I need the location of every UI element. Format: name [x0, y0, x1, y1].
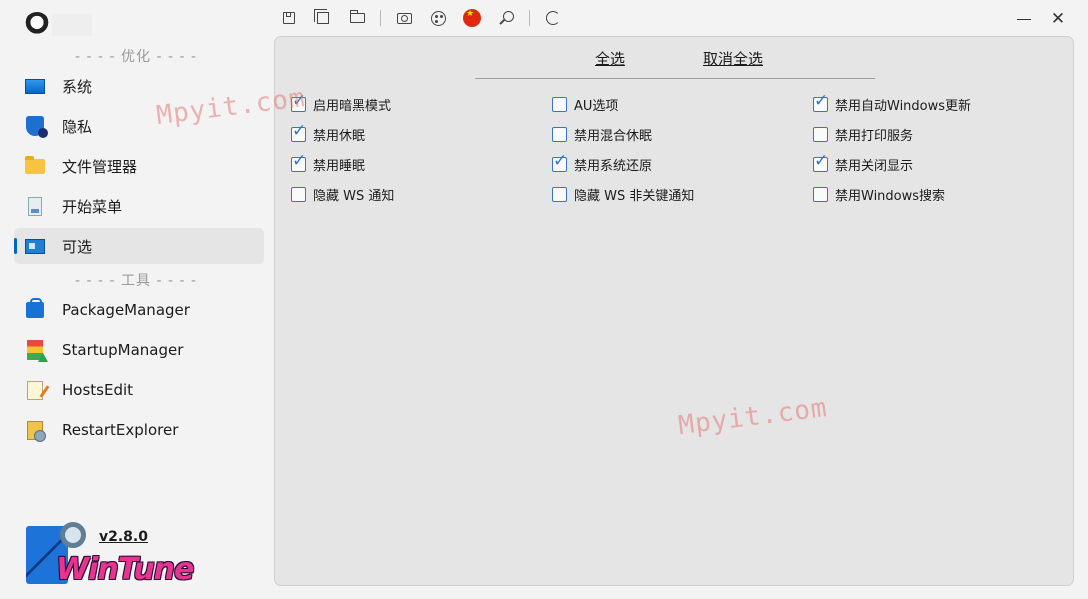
option-label: 禁用休眠	[313, 128, 366, 144]
option-item[interactable]: 禁用关闭显示	[813, 151, 914, 174]
sidebar-item-label: 隐私	[62, 117, 93, 136]
option-item[interactable]: 禁用打印服务	[813, 124, 913, 144]
start-menu-icon	[24, 195, 46, 217]
option-label: 隐藏 WS 非关键通知	[574, 188, 695, 204]
sidebar-item-hosts-edit[interactable]: HostsEdit	[14, 372, 264, 408]
folder-open-icon	[349, 10, 365, 23]
option-checkbox[interactable]	[291, 151, 306, 172]
option-item[interactable]: 禁用休眠	[291, 121, 366, 144]
sidebar-item-label: 系统	[62, 77, 93, 96]
option-item[interactable]: 隐藏 WS 通知	[291, 184, 394, 204]
option-item[interactable]: 禁用自动Windows更新	[813, 91, 972, 114]
refresh-icon	[546, 11, 560, 25]
option-checkbox[interactable]	[552, 96, 567, 112]
option-label: AU选项	[574, 98, 619, 114]
option-item[interactable]: 禁用系统还原	[552, 151, 653, 174]
option-label: 禁用Windows搜索	[835, 188, 946, 204]
china-flag-icon	[463, 9, 481, 27]
save-icon	[283, 12, 295, 24]
screenshot-button[interactable]	[393, 7, 415, 29]
deselect-all-button[interactable]: 取消全选	[703, 48, 763, 69]
option-label: 禁用关闭显示	[835, 158, 914, 174]
sidebar-item-label: 开始菜单	[62, 197, 123, 216]
option-checkbox[interactable]	[813, 186, 828, 202]
toolbar-separator	[529, 10, 530, 26]
option-checkbox[interactable]	[552, 151, 567, 172]
sidebar: - - - - 优化 - - - - 系统 隐私 文件管理器 开始菜单 可选 -…	[0, 0, 272, 599]
sidebar-item-label: 可选	[62, 237, 93, 256]
sidebar-item-label: PackageManager	[62, 301, 190, 319]
option-label: 启用暗黑模式	[313, 98, 392, 114]
option-checkbox[interactable]	[552, 126, 567, 142]
close-button[interactable]: ✕	[1047, 8, 1069, 30]
sidebar-item-startup-manager[interactable]: StartupManager	[14, 332, 264, 368]
folder-icon	[24, 155, 46, 177]
sidebar-item-start-menu[interactable]: 开始菜单	[14, 188, 264, 224]
refresh-button[interactable]	[542, 7, 564, 29]
save-all-icon	[314, 9, 329, 24]
header-divider	[475, 78, 875, 79]
restart-explorer-icon	[24, 419, 46, 442]
option-checkbox[interactable]	[291, 186, 306, 202]
close-icon: ✕	[1050, 9, 1066, 29]
app-title-placeholder	[52, 14, 92, 36]
sidebar-item-label: RestartExplorer	[62, 421, 179, 439]
section-label-optimize: - - - - 优化 - - - -	[74, 49, 197, 65]
option-checkbox[interactable]	[552, 186, 567, 202]
edit-document-icon	[24, 379, 46, 401]
option-label: 隐藏 WS 通知	[313, 188, 395, 204]
optional-features-icon	[24, 235, 46, 257]
camera-icon	[396, 12, 412, 24]
sidebar-item-file-manager[interactable]: 文件管理器	[14, 148, 264, 184]
option-checkbox[interactable]	[813, 126, 828, 142]
logo-gear-icon	[60, 522, 86, 548]
active-indicator	[14, 238, 17, 254]
option-item[interactable]: 禁用混合休眠	[552, 124, 652, 144]
save-button[interactable]	[278, 7, 300, 29]
option-label: 禁用混合休眠	[574, 128, 653, 144]
toolbar-separator	[380, 10, 381, 26]
select-all-button[interactable]: 全选	[595, 48, 625, 69]
option-item[interactable]: 禁用睡眠	[291, 151, 366, 174]
language-button[interactable]	[461, 7, 483, 29]
toolbar	[278, 6, 576, 30]
sidebar-item-optional[interactable]: 可选	[14, 228, 264, 264]
option-label: 禁用系统还原	[574, 158, 653, 174]
option-checkbox[interactable]	[813, 151, 828, 172]
app-logo-icon	[24, 12, 50, 38]
palette-icon	[430, 10, 446, 26]
sidebar-item-package-manager[interactable]: PackageManager	[14, 292, 264, 328]
startup-icon	[24, 339, 48, 362]
option-item[interactable]: AU选项	[552, 94, 618, 114]
monitor-icon	[24, 75, 46, 97]
minimize-button[interactable]	[1013, 8, 1035, 30]
shield-icon	[24, 115, 48, 138]
option-label: 禁用自动Windows更新	[835, 98, 972, 114]
app-window: - - - - 优化 - - - - 系统 隐私 文件管理器 开始菜单 可选 -…	[0, 0, 1088, 599]
package-icon	[24, 298, 46, 321]
search-icon	[502, 10, 514, 22]
option-checkbox[interactable]	[813, 91, 828, 112]
sidebar-item-label: StartupManager	[62, 341, 184, 359]
open-button[interactable]	[346, 7, 368, 29]
sidebar-item-restart-explorer[interactable]: RestartExplorer	[14, 412, 264, 448]
sidebar-item-label: HostsEdit	[62, 381, 134, 399]
option-label: 禁用打印服务	[835, 128, 914, 144]
logo-wordmark: WinTune	[56, 552, 194, 587]
theme-button[interactable]	[427, 7, 449, 29]
options-panel: 全选 取消全选 启用暗黑模式 AU选项 禁用自动Windows更新禁用休眠 禁用混合休…	[274, 36, 1074, 586]
version-link[interactable]: v2.8.0	[99, 529, 148, 545]
search-button[interactable]	[495, 7, 517, 29]
option-item[interactable]: 禁用Windows搜索	[813, 184, 945, 204]
option-checkbox[interactable]	[291, 121, 306, 142]
sidebar-item-label: 文件管理器	[62, 157, 138, 176]
section-label-tools: - - - - 工具 - - - -	[74, 273, 197, 289]
option-label: 禁用睡眠	[313, 158, 366, 174]
minimize-icon	[1017, 18, 1031, 20]
option-item[interactable]: 隐藏 WS 非关键通知	[552, 184, 694, 204]
save-all-button[interactable]	[312, 7, 334, 29]
